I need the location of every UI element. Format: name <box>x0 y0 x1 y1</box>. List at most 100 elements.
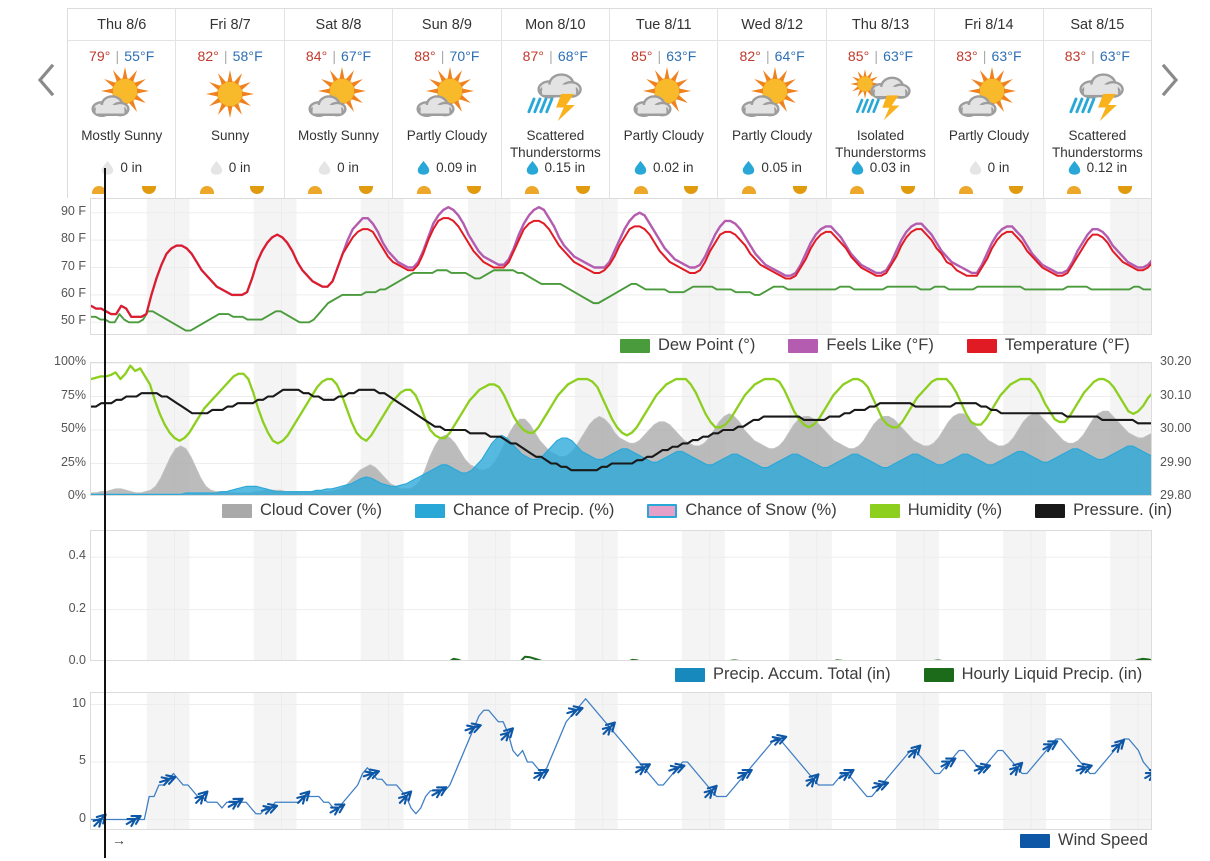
legend-label: Temperature (°F) <box>1004 336 1130 354</box>
sunrise-marker <box>633 186 648 194</box>
legend-label: Chance of Snow (%) <box>685 501 837 519</box>
axis-tick-label: 50 F <box>60 313 86 328</box>
temp-separator: | <box>653 48 666 64</box>
day-name: Sat 8/15 <box>1043 9 1152 41</box>
legend-item[interactable]: Hourly Liquid Precip. (in) <box>923 665 1142 684</box>
day-column[interactable]: Wed 8/12 82° | 64°F Partly Cloudy 0.05 i… <box>718 9 827 198</box>
time-direction-hint: → <box>112 832 126 848</box>
sunset-marker <box>684 186 699 194</box>
legend-color-swatch <box>869 503 900 518</box>
isolated-thunderstorm-icon <box>849 69 911 121</box>
high-temp: 82° <box>739 48 761 64</box>
rain-lightning-icon <box>527 93 576 122</box>
temp-separator: | <box>219 48 232 64</box>
legend-item[interactable]: Pressure. (in) <box>1035 501 1172 520</box>
axis-tick-label: 100% <box>54 354 86 368</box>
day-temperatures: 85° | 63°F <box>631 41 696 64</box>
condition-text: Mostly Sunny <box>298 128 380 143</box>
day-column[interactable]: Fri 8/14 83° | 63°F Partly Cloudy 0 in <box>935 9 1044 198</box>
legend-label: Pressure. (in) <box>1073 501 1173 519</box>
legend-color-swatch <box>966 338 997 353</box>
day-column[interactable]: Thu 8/6 79° | 55°F Mostly Sunny 0 in <box>68 9 177 198</box>
legend-color-swatch <box>414 503 445 518</box>
legend-item[interactable]: Chance of Snow (%) <box>647 501 837 520</box>
legend-item[interactable]: Dew Point (°) <box>620 336 755 355</box>
legend-item[interactable]: Precip. Accum. Total (in) <box>675 665 891 684</box>
weather-condition-icon <box>404 67 490 125</box>
cloud-icon <box>869 76 911 100</box>
high-temp: 79° <box>89 48 111 64</box>
low-temp: 68°F <box>557 48 588 64</box>
daily-precip: 0 in <box>68 160 175 175</box>
daily-precip: 0.12 in <box>1044 160 1151 175</box>
axis-tick-label: 30.00 <box>1160 421 1192 435</box>
axis-tick-label: 50% <box>60 421 86 435</box>
high-temp: 85° <box>631 48 653 64</box>
legend-color-swatch <box>1035 503 1066 518</box>
previous-days-button[interactable] <box>26 55 66 105</box>
day-name: Fri 8/14 <box>935 9 1043 41</box>
precip-amount: 0 in <box>120 160 143 175</box>
legend-item[interactable]: Chance of Precip. (%) <box>414 501 614 520</box>
rain-lightning-icon <box>855 95 899 121</box>
day-column[interactable]: Sun 8/9 88° | 70°F Partly Cloudy 0.09 in <box>393 9 502 198</box>
low-temp: 55°F <box>124 48 155 64</box>
day-temperatures: 85° | 63°F <box>848 41 913 64</box>
axis-tick-label: 30.10 <box>1160 387 1192 402</box>
legend-item[interactable]: Wind Speed <box>1020 831 1148 850</box>
legend-item[interactable]: Temperature (°F) <box>966 336 1130 355</box>
partly-cloudy-icon <box>416 67 474 117</box>
sunny-icon <box>206 69 255 119</box>
axis-tick-label: 80 F <box>60 231 86 246</box>
condition-text: Scattered Thunderstorms <box>1051 128 1143 160</box>
daily-precip: 0.05 in <box>718 160 825 175</box>
weather-condition-icon <box>79 67 165 125</box>
temperature-plot-area <box>90 198 1152 335</box>
legend-item[interactable]: Humidity (%) <box>869 501 1002 520</box>
legend-item[interactable]: Feels Like (°F) <box>788 336 934 355</box>
low-temp: 63°F <box>883 48 914 64</box>
axis-tick-label: 5 <box>79 753 86 767</box>
day-temperatures: 84° | 67°F <box>306 41 371 64</box>
day-column[interactable]: Tue 8/11 85° | 63°F Partly Cloudy 0.02 i… <box>610 9 719 198</box>
day-column[interactable]: Sat 8/8 84° | 67°F Mostly Sunny 0 in <box>284 9 394 198</box>
next-days-button[interactable] <box>1150 55 1190 105</box>
day-name: Mon 8/10 <box>501 9 610 41</box>
condition-text: Partly Cloudy <box>406 128 488 143</box>
day-column[interactable]: Fri 8/7 82° | 58°F Sunny 0 in <box>176 9 285 198</box>
precipitation-plot-area <box>90 530 1152 661</box>
day-name: Sat 8/8 <box>284 9 393 41</box>
wind-barb-icon <box>871 779 890 792</box>
legend-label: Cloud Cover (%) <box>260 501 382 519</box>
wind-barb-icon <box>296 790 311 805</box>
sunset-marker <box>467 186 482 194</box>
conditions-plot-area <box>90 362 1152 496</box>
partly-cloudy-icon <box>958 67 1017 117</box>
low-temp: 67°F <box>341 48 372 64</box>
legend-label: Dew Point (°) <box>658 336 756 354</box>
legend-item[interactable]: Cloud Cover (%) <box>222 501 382 520</box>
wind-barb-icon <box>1075 762 1093 775</box>
day-column[interactable]: Mon 8/10 87° | 68°F Scattered Thundersto… <box>501 9 611 198</box>
day-column[interactable]: Sat 8/15 83° | 63°F Scattered Thundersto… <box>1043 9 1152 198</box>
low-temp: 63°F <box>666 48 697 64</box>
axis-tick-label: 25% <box>60 454 86 469</box>
sunrise-marker <box>1067 186 1082 194</box>
weather-condition-icon <box>729 67 815 125</box>
low-temp: 58°F <box>232 48 263 64</box>
conditions-legend: Cloud Cover (%) Chance of Precip. (%) Chan… <box>222 501 1172 520</box>
condition-text: Partly Cloudy <box>623 128 704 143</box>
sun-times-row <box>285 180 392 196</box>
cloud-icon <box>1079 73 1125 99</box>
high-temp: 87° <box>522 48 545 64</box>
day-name: Sun 8/9 <box>393 9 501 41</box>
axis-tick-label: 75% <box>60 387 86 402</box>
high-temp: 88° <box>414 48 436 64</box>
weather-condition-icon <box>838 67 924 125</box>
sun-times-row <box>1044 180 1151 196</box>
day-column[interactable]: Thu 8/13 85° | 63°F Isolated Thunderstor… <box>826 9 936 198</box>
daily-precip: 0.15 in <box>502 160 609 175</box>
high-temp: 85° <box>847 48 870 64</box>
daily-precip: 0.03 in <box>827 160 934 175</box>
daily-precip: 0.09 in <box>393 160 500 175</box>
